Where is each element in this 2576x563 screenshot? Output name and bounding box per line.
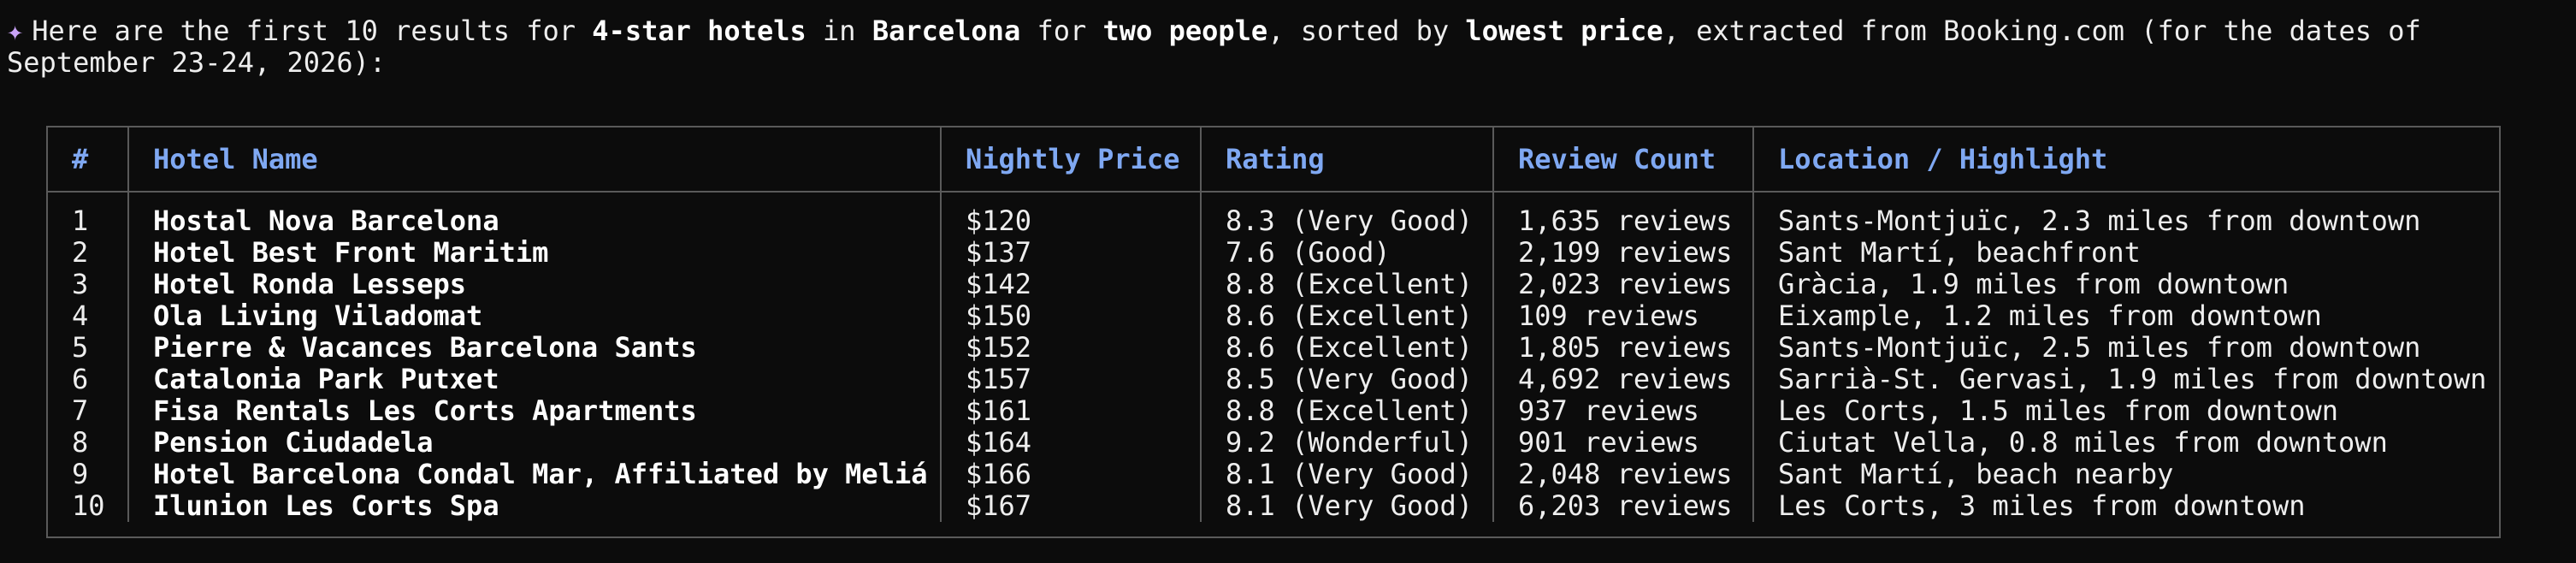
- table-row: 4 Ola Living Viladomat $150 8.6 (Excellent)…: [48, 300, 2499, 332]
- cell-rating: 8.6 (Excellent): [1201, 300, 1494, 332]
- cell-review-count: 1,805 reviews: [1493, 332, 1754, 364]
- cell-number: 1: [48, 192, 129, 237]
- cell-nightly-price: $161: [941, 395, 1202, 427]
- cell-review-count: 937 reviews: [1493, 395, 1754, 427]
- cell-review-count: 2,023 reviews: [1493, 269, 1754, 300]
- cell-rating: 9.2 (Wonderful): [1201, 427, 1494, 459]
- cell-location: Sant Martí, beachfront: [1778, 236, 2141, 269]
- cell-hotel-name: Pension Ciudadela: [128, 427, 942, 459]
- assistant-message: ✦ Here are the first 10 results for 4-sta…: [7, 15, 2564, 79]
- cell-location: Les Corts, 1.5 miles from downtown: [1778, 394, 2339, 427]
- cell-hotel-name: Hotel Barcelona Condal Mar, Affiliated b…: [128, 459, 942, 490]
- cell-hotel-name: Catalonia Park Putxet: [128, 364, 942, 395]
- cell-hotel-name: Ola Living Viladomat: [128, 300, 942, 332]
- table-row: 9 Hotel Barcelona Condal Mar, Affiliated …: [48, 459, 2499, 490]
- header-location: Location / Highlight: [1753, 127, 2499, 193]
- cell-hotel-name: Hotel Ronda Lesseps: [128, 269, 942, 300]
- cell-location: Sants-Montjuïc, 2.5 miles from downtown: [1778, 331, 2421, 364]
- cell-nightly-price: $166: [941, 459, 1202, 490]
- cell-review-count: 109 reviews: [1493, 300, 1754, 332]
- table-row: 5 Pierre & Vacances Barcelona Sants $152 8.…: [48, 332, 2499, 364]
- table-row: 10 Ilunion Les Corts Spa $167 8.1 (Very Goo…: [48, 490, 2499, 522]
- intro-text: Here are the first 10 results for: [32, 15, 593, 47]
- cell-review-count: 901 reviews: [1493, 427, 1754, 459]
- cell-review-count: 6,203 reviews: [1493, 490, 1754, 522]
- table-row: 2 Hotel Best Front Maritim $137 7.6 (Good) 2…: [48, 237, 2499, 269]
- cell-location: Sant Martí, beach nearby: [1778, 458, 2174, 490]
- cell-rating: 8.1 (Very Good): [1201, 459, 1494, 490]
- cell-hotel-name: Hostal Nova Barcelona: [128, 192, 942, 237]
- intro-text: , sorted by: [1267, 15, 1466, 47]
- cell-number: 7: [48, 395, 129, 427]
- intro-text: for: [1020, 15, 1103, 47]
- header-rating: Rating: [1201, 127, 1494, 193]
- cell-number: 4: [48, 300, 129, 332]
- cell-nightly-price: $167: [941, 490, 1202, 522]
- cell-number: 3: [48, 269, 129, 300]
- cell-hotel-name: Fisa Rentals Les Corts Apartments: [128, 395, 942, 427]
- header-review-count: Review Count: [1493, 127, 1754, 193]
- cell-hotel-name: Pierre & Vacances Barcelona Sants: [128, 332, 942, 364]
- cell-nightly-price: $157: [941, 364, 1202, 395]
- cell-nightly-price: $142: [941, 269, 1202, 300]
- intro-bold-guests: two people: [1102, 15, 1268, 47]
- header-nightly-price: Nightly Price: [941, 127, 1202, 193]
- header-number: #: [48, 127, 129, 193]
- cell-rating: 8.8 (Excellent): [1201, 269, 1494, 300]
- cell-nightly-price: $152: [941, 332, 1202, 364]
- header-hotel-name: Hotel Name: [128, 127, 942, 193]
- cell-rating: 7.6 (Good): [1201, 237, 1494, 269]
- cell-number: 5: [48, 332, 129, 364]
- cell-number: 6: [48, 364, 129, 395]
- cell-location: Eixample, 1.2 miles from downtown: [1778, 299, 2322, 332]
- cell-number: 8: [48, 427, 129, 459]
- cell-nightly-price: $150: [941, 300, 1202, 332]
- cell-rating: 8.8 (Excellent): [1201, 395, 1494, 427]
- cell-location: Sants-Montjuïc, 2.3 miles from downtown: [1778, 204, 2421, 237]
- intro-bold-hotel-class: 4-star hotels: [592, 15, 806, 47]
- table-row: 6 Catalonia Park Putxet $157 8.5 (Very Good…: [48, 364, 2499, 395]
- cell-review-count: 2,048 reviews: [1493, 459, 1754, 490]
- cell-review-count: 1,635 reviews: [1493, 192, 1754, 237]
- intro-text: in: [806, 15, 872, 47]
- intro-bold-city: Barcelona: [871, 15, 1021, 47]
- cell-number: 10: [48, 490, 129, 522]
- cell-nightly-price: $120: [941, 192, 1202, 237]
- cell-location: Sarrià-St. Gervasi, 1.9 miles from downt…: [1778, 363, 2487, 395]
- cell-rating: 8.3 (Very Good): [1201, 192, 1494, 237]
- cell-rating: 8.6 (Excellent): [1201, 332, 1494, 364]
- cell-rating: 8.5 (Very Good): [1201, 364, 1494, 395]
- table-row: 8 Pension Ciudadela $164 9.2 (Wonderful) 901…: [48, 427, 2499, 459]
- cell-rating: 8.1 (Very Good): [1201, 490, 1494, 522]
- table-row: 3 Hotel Ronda Lesseps $142 8.8 (Excellent) 2…: [48, 269, 2499, 300]
- cell-number: 2: [48, 237, 129, 269]
- cell-hotel-name: Ilunion Les Corts Spa: [128, 490, 942, 522]
- cell-number: 9: [48, 459, 129, 490]
- cell-location: Les Corts, 3 miles from downtown: [1778, 489, 2306, 522]
- cell-review-count: 4,692 reviews: [1493, 364, 1754, 395]
- cell-location: Gràcia, 1.9 miles from downtown: [1778, 268, 2289, 300]
- intro-bold-sort: lowest price: [1465, 15, 1663, 47]
- table-body: 1 Hostal Nova Barcelona $120 8.3 (Very Good…: [48, 192, 2499, 522]
- table-header-row: # Hotel Name Nightly Price Rating Review…: [48, 127, 2499, 193]
- cell-nightly-price: $137: [941, 237, 1202, 269]
- hotel-results-table: # Hotel Name Nightly Price Rating Review…: [48, 127, 2499, 522]
- cell-location: Ciutat Vella, 0.8 miles from downtown: [1778, 426, 2388, 459]
- cell-hotel-name: Hotel Best Front Maritim: [128, 237, 942, 269]
- cell-review-count: 2,199 reviews: [1493, 237, 1754, 269]
- table-row: 1 Hostal Nova Barcelona $120 8.3 (Very Good…: [48, 192, 2499, 237]
- table-row: 7 Fisa Rentals Les Corts Apartments $161 8.…: [48, 395, 2499, 427]
- sparkle-icon: ✦: [7, 15, 24, 47]
- cell-nightly-price: $164: [941, 427, 1202, 459]
- results-table-frame: # Hotel Name Nightly Price Rating Review…: [46, 126, 2501, 538]
